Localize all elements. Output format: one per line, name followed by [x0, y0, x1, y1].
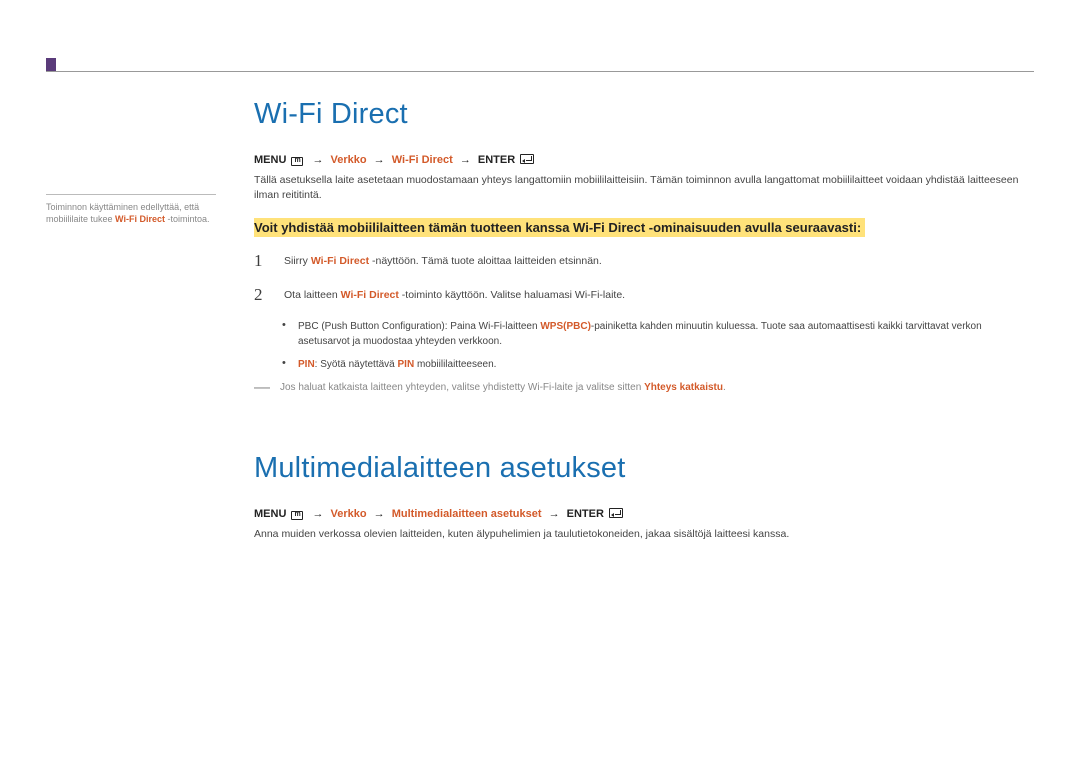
enter-icon	[609, 508, 623, 518]
menu-icon: m	[291, 157, 303, 166]
note-body: Jos haluat katkaista laitteen yhteyden, …	[280, 380, 726, 396]
step-1: 1 Siirry Wi-Fi Direct -näyttöön. Tämä tu…	[254, 251, 1034, 271]
bullet-body: PIN: Syötä näytettävä PIN mobiililaittee…	[298, 357, 496, 372]
step-body: Ota laitteen Wi-Fi Direct -toiminto käyt…	[284, 285, 625, 305]
bullet2-mid: : Syötä näytettävä	[315, 359, 398, 370]
menu-icon: m	[291, 511, 303, 520]
step2-pre: Ota laitteen	[284, 289, 341, 301]
breadcrumb-arrow: →	[312, 508, 323, 520]
breadcrumb-enter-label: ENTER	[567, 508, 604, 520]
breadcrumb-arrow: →	[549, 508, 560, 520]
sidebar-text-hl: Wi-Fi Direct	[115, 214, 165, 224]
step-number: 2	[254, 285, 268, 305]
breadcrumb-item-verkko: Verkko	[331, 508, 367, 520]
section2-breadcrumb: MENU m → Verkko → Multimedialaitteen ase…	[254, 507, 1034, 521]
step1-hl: Wi-Fi Direct	[311, 255, 369, 267]
bullet-pbc: • PBC (Push Button Configuration): Paina…	[282, 319, 1034, 349]
note-hl: Yhteys katkaistu	[644, 382, 723, 393]
note-pre: Jos haluat katkaista laitteen yhteyden, …	[280, 382, 644, 393]
step-2: 2 Ota laitteen Wi-Fi Direct -toiminto kä…	[254, 285, 1034, 305]
bullet2-post: mobiililaitteeseen.	[414, 359, 496, 370]
step2-post: -toiminto käyttöön. Valitse haluamasi Wi…	[399, 289, 625, 301]
bullet-pin: • PIN: Syötä näytettävä PIN mobiililaitt…	[282, 357, 1034, 372]
section1-title: Wi-Fi Direct	[254, 98, 1034, 131]
breadcrumb-menu-label: MENU	[254, 508, 286, 520]
sidebar-rule	[46, 194, 216, 195]
step1-post: -näyttöön. Tämä tuote aloittaa laitteide…	[369, 255, 602, 267]
enter-icon	[520, 154, 534, 164]
section2-title: Multimedialaitteen asetukset	[254, 452, 1034, 485]
section1-highlight: Voit yhdistää mobiililaitteen tämän tuot…	[254, 218, 865, 237]
note: ― Jos haluat katkaista laitteen yhteyden…	[254, 380, 1034, 396]
breadcrumb-menu-label: MENU	[254, 154, 286, 166]
sidebar-note: Toiminnon käyttäminen edellyttää, että m…	[46, 194, 216, 225]
bullet2-hl2: PIN	[398, 359, 415, 370]
step2-hl: Wi-Fi Direct	[341, 289, 399, 301]
breadcrumb-item-verkko: Verkko	[331, 154, 367, 166]
bullet1-hl: WPS(PBC)	[540, 321, 591, 332]
bullet-dot: •	[282, 319, 288, 349]
note-dash-icon: ―	[254, 380, 270, 396]
breadcrumb-arrow: →	[374, 154, 385, 166]
sidebar-text-post: -toimintoa.	[165, 214, 210, 224]
breadcrumb-enter-label: ENTER	[478, 154, 515, 166]
breadcrumb-item-wifi-direct: Wi-Fi Direct	[392, 154, 453, 166]
note-post: .	[723, 382, 726, 393]
breadcrumb-item-multimedia: Multimedialaitteen asetukset	[392, 508, 542, 520]
step-number: 1	[254, 251, 268, 271]
bullet-dot: •	[282, 357, 288, 372]
step1-pre: Siirry	[284, 255, 311, 267]
section1-desc: Tällä asetuksella laite asetetaan muodos…	[254, 173, 1034, 205]
sidebar-text: Toiminnon käyttäminen edellyttää, että m…	[46, 201, 216, 225]
breadcrumb-arrow: →	[460, 154, 471, 166]
section2-desc: Anna muiden verkossa olevien laitteiden,…	[254, 527, 1034, 543]
breadcrumb-arrow: →	[312, 154, 323, 166]
page-accent-bar	[46, 58, 56, 71]
step-body: Siirry Wi-Fi Direct -näyttöön. Tämä tuot…	[284, 251, 602, 271]
bullet-list: • PBC (Push Button Configuration): Paina…	[282, 319, 1034, 372]
breadcrumb-arrow: →	[374, 508, 385, 520]
bullet1-pre: PBC (Push Button Configuration): Paina W…	[298, 321, 540, 332]
bullet2-hl1: PIN	[298, 359, 315, 370]
page-top-rule	[46, 71, 1034, 72]
section1-breadcrumb: MENU m → Verkko → Wi-Fi Direct → ENTER	[254, 153, 1034, 167]
bullet-body: PBC (Push Button Configuration): Paina W…	[298, 319, 1034, 349]
